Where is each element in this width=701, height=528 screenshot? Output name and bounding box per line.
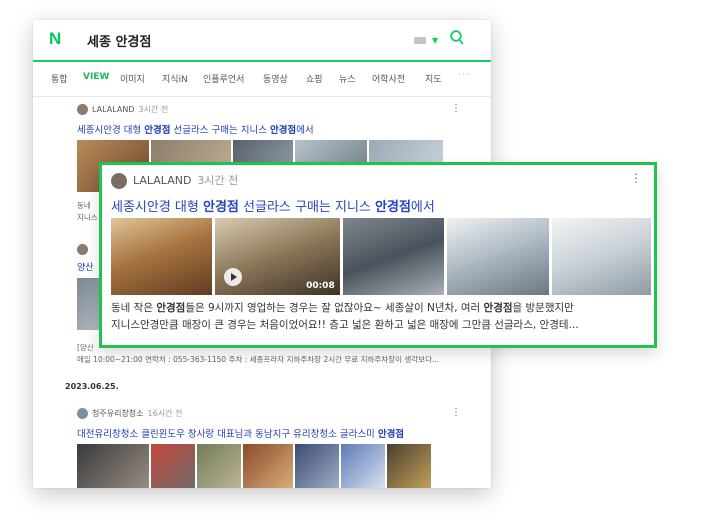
post-title[interactable]: 세종시안경 대형 안경점 선글라스 구매는 지니스 안경점에서 (77, 122, 314, 136)
post-title[interactable]: 양산 (77, 260, 94, 273)
play-icon[interactable] (224, 268, 243, 286)
post-info: 매일 10:00~21:00 연락처 : 055-363-1150 주차 : 세… (77, 355, 440, 364)
avatar (77, 408, 88, 419)
avatar (111, 173, 127, 189)
post-author[interactable]: 청주유리창청소 16시간 전 (77, 408, 182, 419)
post-title[interactable]: 대전유리창청소 클린윈도우 창사랑 대표님과 동남지구 유리창청소 글라스미 안… (77, 426, 404, 440)
post-description: 동네 작은 안경점들은 9시까지 영업하는 경우는 잘 없잖아요~ 세종살이 N… (111, 302, 579, 331)
date-label: 2023.06.25. (65, 382, 119, 391)
tab-influencer[interactable]: 인플루언서 (203, 72, 244, 85)
tab-video[interactable]: 동영상 (263, 72, 288, 85)
more-options-icon[interactable]: ⋮ (451, 407, 461, 418)
tab-kin[interactable]: 지식iN (162, 72, 188, 85)
tab-shopping[interactable]: 쇼핑 (306, 72, 323, 85)
thumbnail[interactable] (447, 218, 549, 295)
more-options-icon[interactable]: ⋮ (451, 103, 461, 114)
keyboard-icon[interactable] (414, 37, 426, 44)
post-author[interactable]: LALALAND 3시간 전 (111, 172, 238, 189)
search-bar: N 세종 안경점 ▼ (33, 20, 491, 62)
video-duration: 00:08 (306, 281, 335, 291)
tab-view[interactable]: VIEW (83, 72, 109, 82)
dropdown-caret-icon[interactable]: ▼ (432, 36, 438, 45)
video-thumbnail[interactable]: 00:08 (215, 218, 340, 295)
highlighted-post-card[interactable]: LALALAND 3시간 전 ⋮ 세종시안경 대형 안경점 선글라스 구매는 지니… (99, 162, 657, 348)
post-info: [양산 (77, 343, 94, 352)
more-options-icon[interactable]: ⋮ (630, 171, 642, 185)
tab-dictionary[interactable]: 어학사전 (372, 72, 405, 85)
tab-images[interactable]: 이미지 (120, 72, 145, 85)
search-icon[interactable] (450, 30, 464, 46)
post-thumbnails[interactable]: 00:08 (111, 218, 651, 295)
post-title[interactable]: 세종시안경 대형 안경점 선글라스 구매는 지니스 안경점에서 (111, 196, 435, 215)
search-input[interactable]: 세종 안경점 (87, 31, 151, 50)
naver-logo[interactable]: N (49, 29, 61, 49)
avatar (77, 104, 88, 115)
tab-news[interactable]: 뉴스 (339, 72, 356, 85)
post-author[interactable]: LALALAND 3시간 전 (77, 104, 168, 115)
thumbnail[interactable] (342, 218, 445, 295)
post-preview: 동네 (77, 201, 91, 210)
avatar (77, 244, 88, 255)
tab-map[interactable]: 지도 (425, 72, 442, 85)
post-thumbnails[interactable] (77, 444, 431, 488)
category-tabs: 통합 VIEW 이미지 지식iN 인플루언서 동영상 쇼핑 뉴스 어학사전 지도… (33, 62, 491, 97)
more-tabs-icon[interactable]: ··· (458, 70, 471, 81)
thumbnail[interactable] (111, 218, 213, 295)
post-preview: 지니스 (77, 213, 98, 222)
thumbnail[interactable] (551, 218, 651, 295)
tab-all[interactable]: 통합 (51, 72, 68, 85)
